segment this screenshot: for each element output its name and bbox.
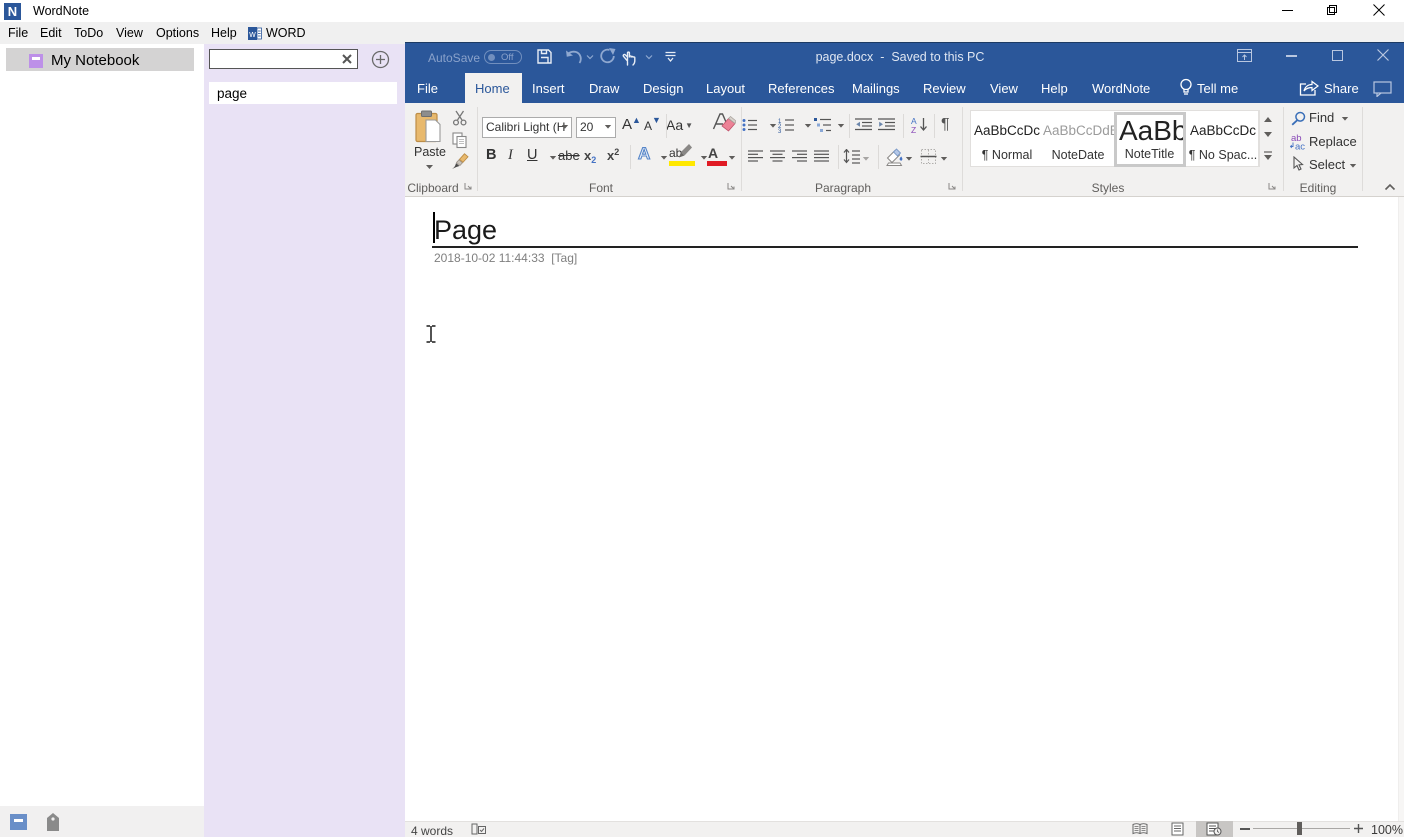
svg-text:Z: Z xyxy=(911,125,916,134)
svg-text:ac: ac xyxy=(1295,142,1305,151)
svg-text:3: 3 xyxy=(778,129,782,133)
svg-text:w: w xyxy=(248,29,256,39)
